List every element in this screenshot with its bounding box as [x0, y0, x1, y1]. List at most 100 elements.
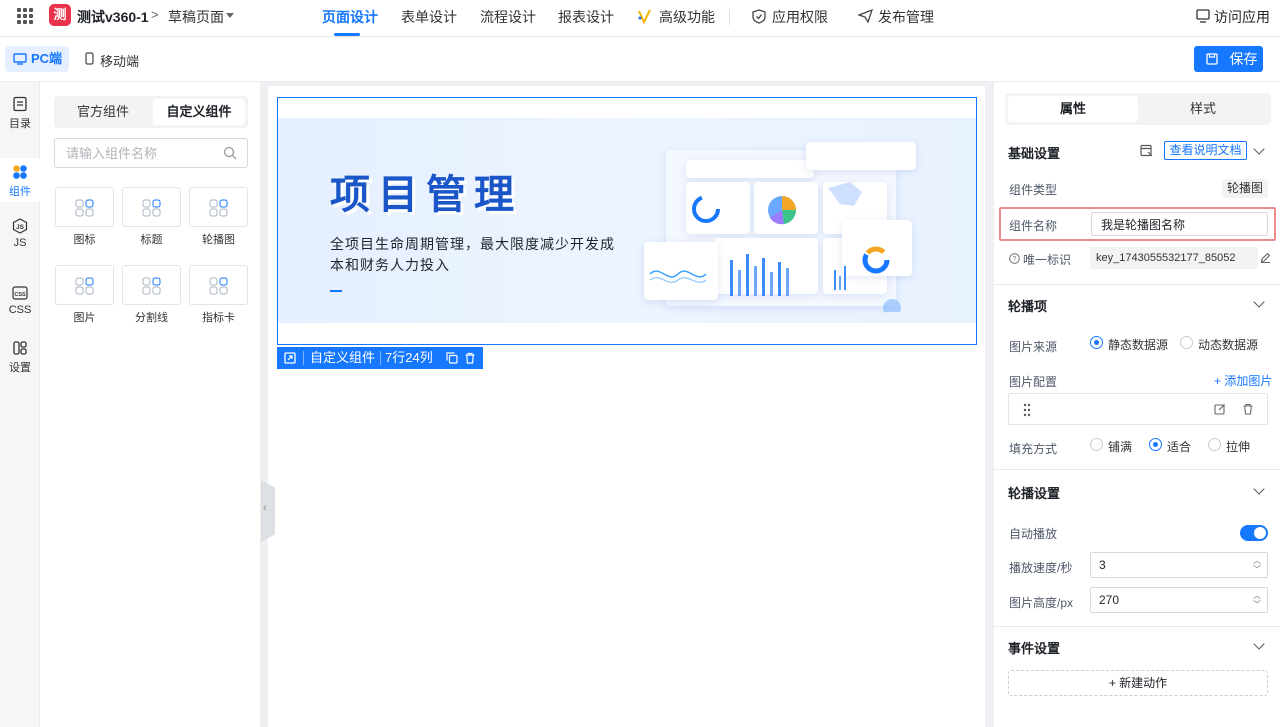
pc-tab[interactable]: PC端: [5, 46, 69, 72]
radio-fill-fit[interactable]: 适合: [1149, 438, 1191, 455]
stepper-icon[interactable]: ︿ ﹀: [1253, 591, 1261, 609]
settings-icon: [13, 341, 27, 355]
radio-static-source[interactable]: 静态数据源: [1090, 336, 1168, 353]
chevron-down-icon[interactable]: [1253, 638, 1265, 650]
chevron-down-icon[interactable]: [1253, 296, 1265, 308]
add-image-button[interactable]: + 添加图片: [1214, 372, 1272, 389]
document-icon[interactable]: [1140, 144, 1153, 157]
component-type-value: 轮播图: [1222, 179, 1268, 198]
component-placeholder-icon: [75, 199, 94, 217]
speed-input[interactable]: 3 ︿ ﹀: [1090, 552, 1268, 578]
edit-icon[interactable]: [1260, 252, 1271, 263]
pc-tab-label: PC端: [31, 51, 63, 66]
page-selector[interactable]: 草稿页面: [168, 7, 224, 27]
component-tile-divider[interactable]: [122, 265, 181, 305]
svg-text:CSS: CSS: [14, 292, 26, 298]
component-placeholder-icon: [209, 277, 228, 295]
rail-label: 设置: [9, 362, 31, 374]
save-icon: [1206, 53, 1218, 65]
selection-dimensions: 7行24列: [385, 350, 433, 365]
svg-text:?: ?: [1013, 256, 1017, 263]
tab-official-components[interactable]: 官方组件: [57, 99, 149, 125]
svg-text:JS: JS: [16, 224, 25, 231]
section-title-basic: 基础设置: [1008, 146, 1061, 161]
section-divider: [994, 284, 1280, 285]
chevron-down-icon[interactable]: [1253, 143, 1265, 155]
help-icon[interactable]: ?: [1009, 253, 1020, 264]
radio-fill-stretch[interactable]: 拉伸: [1208, 438, 1250, 455]
speed-value: 3: [1099, 558, 1106, 572]
component-tile-kpi-card[interactable]: [189, 265, 248, 305]
stepper-icon[interactable]: ︿ ﹀: [1253, 556, 1261, 574]
delete-icon[interactable]: [464, 352, 476, 364]
tab-advanced[interactable]: 高级功能: [659, 7, 715, 27]
rail-item-components[interactable]: 组件: [0, 158, 40, 202]
edit-icon[interactable]: [1214, 403, 1226, 415]
desktop-icon: [13, 53, 27, 65]
radio-dynamic-source[interactable]: 动态数据源: [1180, 336, 1258, 353]
list-icon: [13, 96, 27, 112]
search-icon[interactable]: [223, 146, 237, 160]
image-config-label: 图片配置: [1009, 375, 1058, 389]
chevron-down-icon[interactable]: [1253, 483, 1265, 495]
component-type-label: 组件类型: [1009, 183, 1058, 197]
image-height-input[interactable]: 270 ︿ ﹀: [1090, 587, 1268, 613]
toolbar-divider: [303, 351, 304, 365]
image-height-label: 图片高度/px: [1009, 596, 1074, 610]
tab-form-design[interactable]: 表单设计: [401, 7, 457, 27]
mobile-tab[interactable]: 移动端: [85, 51, 139, 70]
rail-item-css[interactable]: CSS CSS: [0, 285, 40, 325]
js-icon: JS: [12, 218, 28, 234]
component-search-input[interactable]: [54, 138, 248, 168]
drag-handle-icon[interactable]: [1023, 403, 1031, 417]
view-docs-button[interactable]: 查看说明文档: [1164, 141, 1247, 160]
visit-app-button[interactable]: 访问应用: [1214, 7, 1270, 27]
app-name[interactable]: 测试v360-1: [77, 7, 149, 27]
rail-item-directory[interactable]: 目录: [0, 96, 40, 136]
copy-icon[interactable]: [446, 352, 458, 364]
component-name-input[interactable]: [1091, 212, 1268, 236]
unique-id-label: 唯一标识: [1023, 253, 1072, 267]
rail-label: 目录: [9, 118, 31, 130]
image-config-row: [1008, 393, 1268, 425]
tab-app-permissions[interactable]: 应用权限: [772, 7, 828, 27]
component-tabs: 官方组件 自定义组件: [54, 96, 248, 128]
fill-mode-label: 填充方式: [1009, 442, 1058, 456]
tab-publish[interactable]: 发布管理: [878, 7, 934, 27]
component-tile-icon[interactable]: [55, 187, 114, 227]
component-tile-title[interactable]: [122, 187, 181, 227]
autoplay-label: 自动播放: [1009, 527, 1058, 541]
rail-label: CSS: [8, 304, 32, 316]
tab-page-design[interactable]: 页面设计: [322, 7, 378, 27]
tab-flow-design[interactable]: 流程设计: [480, 7, 536, 27]
component-tile-image[interactable]: [55, 265, 114, 305]
properties-panel: 属性 样式 基础设置 查看说明文档 组件类型 轮播图 组件名称 ? 唯一标识 k…: [993, 82, 1280, 727]
rail-label: JS: [13, 237, 27, 249]
component-name-label: 组件名称: [1009, 219, 1058, 233]
monitor-icon: [1196, 9, 1210, 23]
tab-properties[interactable]: 属性: [1008, 96, 1138, 122]
send-icon: [858, 9, 873, 23]
new-action-button[interactable]: + 新建动作: [1008, 670, 1268, 696]
section-divider: [994, 626, 1280, 627]
breadcrumb-separator-icon: >: [151, 7, 159, 22]
apps-grid-icon[interactable]: [17, 8, 33, 24]
save-button[interactable]: 保存: [1194, 46, 1263, 72]
component-tile-carousel[interactable]: [189, 187, 248, 227]
collapse-panel-handle[interactable]: ‹: [261, 480, 275, 542]
toolbar-divider: [380, 351, 381, 365]
rail-item-js[interactable]: JS JS: [0, 218, 40, 258]
shield-icon: [752, 9, 766, 24]
autoplay-toggle[interactable]: [1240, 525, 1268, 541]
rail-item-settings[interactable]: 设置: [0, 340, 40, 380]
select-parent-icon[interactable]: [284, 352, 296, 364]
tab-report-design[interactable]: 报表设计: [558, 7, 614, 27]
tab-custom-components[interactable]: 自定义组件: [153, 99, 245, 125]
delete-icon[interactable]: [1242, 403, 1254, 415]
top-bar: 测 测试v360-1 > 草稿页面 页面设计 表单设计 流程设计 报表设计 高级…: [0, 0, 1280, 37]
radio-fill-cover[interactable]: 铺满: [1090, 438, 1132, 455]
tab-styles[interactable]: 样式: [1138, 96, 1268, 122]
css-icon: CSS: [12, 286, 28, 300]
sparkle-icon: [638, 9, 651, 24]
chevron-down-icon[interactable]: [226, 13, 234, 18]
